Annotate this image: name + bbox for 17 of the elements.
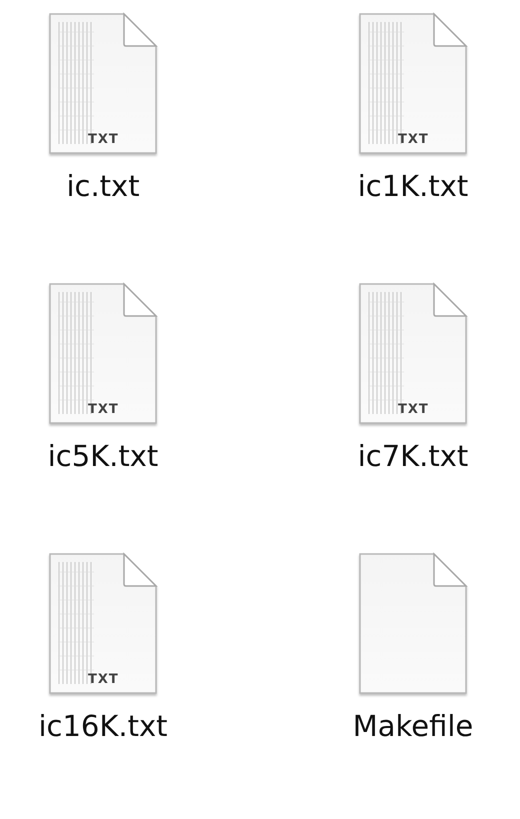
text-document-icon[interactable] [358, 12, 468, 155]
file-name[interactable]: ic.txt [66, 169, 140, 203]
file-name[interactable]: ic7K.txt [358, 439, 468, 473]
file-type-label: TXT [88, 672, 119, 687]
text-document-icon[interactable] [48, 282, 158, 425]
text-document-icon[interactable] [358, 282, 468, 425]
file-type-label: TXT [398, 402, 429, 417]
file-name[interactable]: Makefile [352, 709, 474, 743]
file-name[interactable]: ic16K.txt [38, 709, 168, 743]
file-name[interactable]: ic5K.txt [48, 439, 158, 473]
document-icon[interactable] [358, 552, 468, 695]
file-type-label: TXT [88, 132, 119, 147]
file-name[interactable]: ic1K.txt [358, 169, 468, 203]
text-document-icon[interactable] [48, 552, 158, 695]
file-type-label: TXT [398, 132, 429, 147]
text-document-icon[interactable] [48, 12, 158, 155]
file-type-label: TXT [88, 402, 119, 417]
